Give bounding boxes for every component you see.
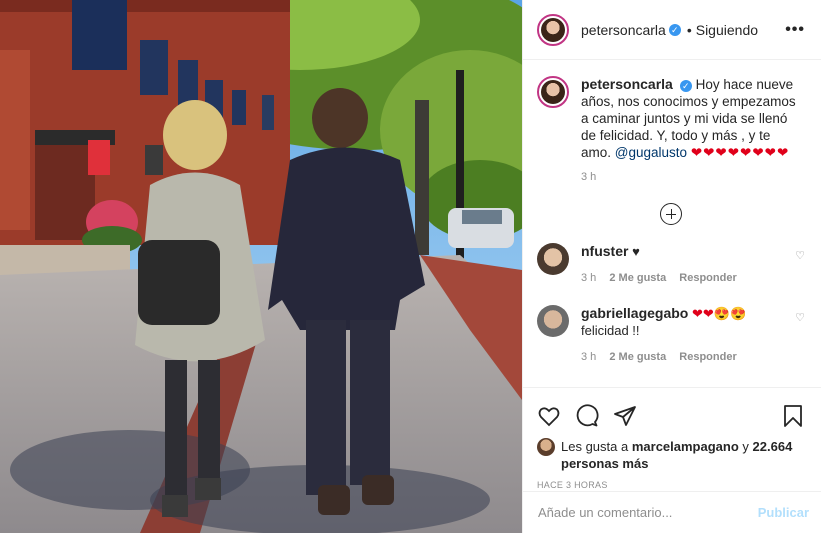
comment-body: nfuster ♥ 3 h 2 Me gusta Responder <box>581 243 781 287</box>
comment-meta: 3 h 2 Me gusta Responder <box>581 349 781 366</box>
caption-mention[interactable]: @gugalusto <box>615 145 687 160</box>
likes-text: Les gusta a marcelampagano y 22.664 pers… <box>561 438 805 472</box>
author-avatar[interactable] <box>537 13 569 46</box>
bookmark-icon[interactable] <box>781 404 805 428</box>
comment-bubble-icon[interactable] <box>575 404 599 428</box>
comment-text: ❤❤😍😍 <box>691 306 747 321</box>
comment-item: nfuster ♥ 3 h 2 Me gusta Responder ♡ <box>537 243 805 287</box>
caption-hearts: ❤❤❤❤❤❤❤❤ <box>690 145 790 160</box>
caption-username[interactable]: petersoncarla <box>581 76 673 92</box>
comment-time[interactable]: 3 h <box>581 272 596 284</box>
comment-likes[interactable]: 2 Me gusta <box>609 272 666 284</box>
likes-prefix: Les gusta a <box>561 439 629 454</box>
comment-avatar[interactable] <box>537 243 569 275</box>
posted-time[interactable]: HACE 3 HORAS <box>537 480 805 490</box>
post-caption: petersoncarla ✓ Hoy hace nueve años, nos … <box>537 76 805 161</box>
instagram-post: petersoncarla ✓ • Siguiendo ••• peterson… <box>0 0 821 533</box>
comment-avatar[interactable] <box>537 305 569 337</box>
comment-username[interactable]: gabriellagegabo <box>581 305 688 321</box>
comment-text-line2: felicidad !! <box>581 323 640 338</box>
reply-button[interactable]: Responder <box>679 351 736 363</box>
comment-like-heart-icon[interactable]: ♡ <box>795 249 805 262</box>
following-button[interactable]: Siguiendo <box>696 22 758 38</box>
liker-avatar[interactable] <box>537 438 555 456</box>
caption-avatar[interactable] <box>537 76 569 108</box>
comment-item: gabriellagegabo ❤❤😍😍 felicidad !! 3 h 2 … <box>537 305 805 366</box>
heart-outline-icon[interactable] <box>537 404 561 428</box>
comment-likes[interactable]: 2 Me gusta <box>609 351 666 363</box>
couple-walking-image <box>0 0 522 533</box>
comment-body: gabriellagegabo ❤❤😍😍 felicidad !! 3 h 2 … <box>581 305 781 366</box>
comment-input[interactable] <box>538 505 758 520</box>
liker-username[interactable]: marcelampagano <box>632 439 739 454</box>
comments-section: petersoncarla ✓ Hoy hace nueve años, nos … <box>523 60 821 387</box>
publish-button[interactable]: Publicar <box>758 505 809 520</box>
comment-meta: 3 h 2 Me gusta Responder <box>581 270 781 287</box>
add-comment-bar: Publicar <box>523 491 821 533</box>
author-username[interactable]: petersoncarla <box>581 22 666 38</box>
likes-conjunction: y <box>742 439 749 454</box>
post-photo[interactable] <box>0 0 522 533</box>
post-header: petersoncarla ✓ • Siguiendo ••• <box>523 0 821 60</box>
caption-time[interactable]: 3 h <box>581 171 805 183</box>
action-icons <box>537 396 805 436</box>
post-side-panel: petersoncarla ✓ • Siguiendo ••• peterson… <box>522 0 821 533</box>
verified-badge-icon: ✓ <box>679 80 692 92</box>
verified-badge-icon: ✓ <box>668 23 681 36</box>
reply-button[interactable]: Responder <box>679 272 736 284</box>
comment-username[interactable]: nfuster <box>581 243 628 259</box>
paper-plane-icon[interactable] <box>613 404 637 428</box>
separator-dot: • <box>686 21 692 38</box>
comment-time[interactable]: 3 h <box>581 351 596 363</box>
more-options-icon[interactable]: ••• <box>785 21 805 39</box>
caption-text: petersoncarla ✓ Hoy hace nueve años, nos … <box>581 76 796 161</box>
comment-text: ♥ <box>632 244 640 259</box>
likes-summary: Les gusta a marcelampagano y 22.664 pers… <box>537 438 805 472</box>
comment-like-heart-icon[interactable]: ♡ <box>795 311 805 324</box>
plus-circle-icon[interactable] <box>660 203 682 225</box>
